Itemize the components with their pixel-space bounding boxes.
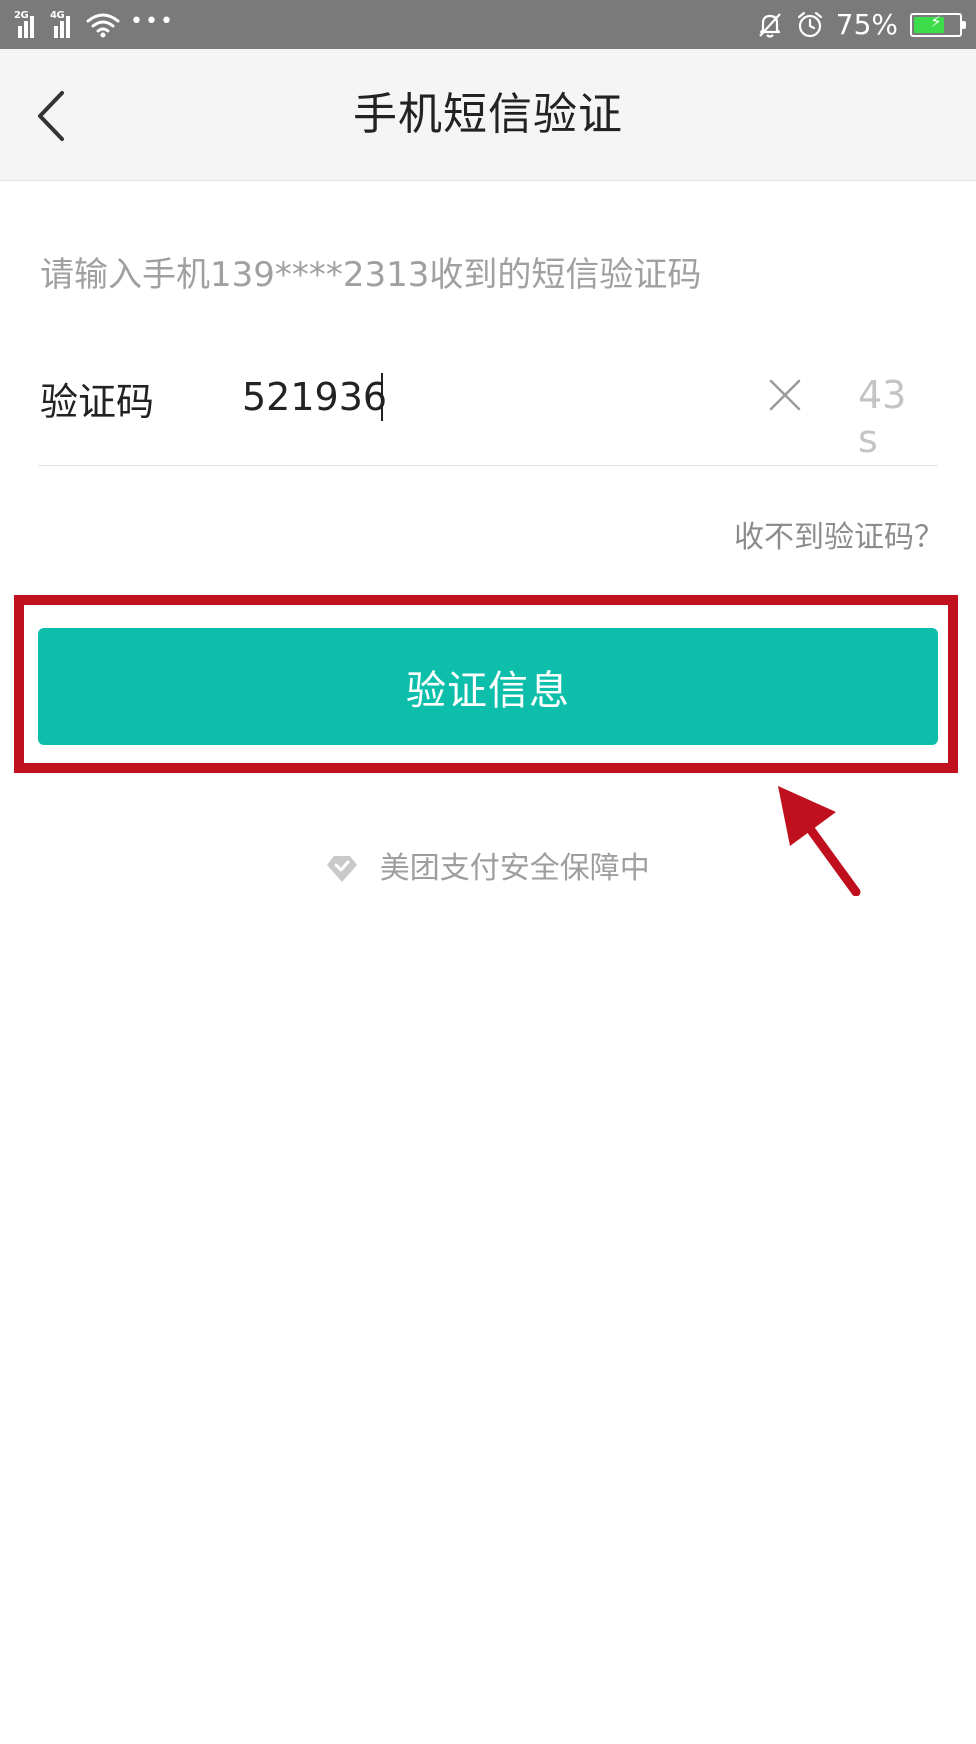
verification-code-input[interactable] [242, 365, 702, 429]
resend-countdown: 43 s [858, 373, 907, 461]
back-button[interactable] [20, 79, 90, 149]
clear-input-button[interactable] [765, 375, 805, 415]
security-text: 美团支付安全保障中 [379, 851, 650, 886]
wifi-icon [86, 13, 120, 37]
alarm-icon [797, 11, 822, 37]
close-icon [769, 379, 801, 411]
sms-hint-text: 请输入手机139****2313收到的短信验证码 [40, 255, 702, 295]
verify-button[interactable]: 验证信息 [38, 628, 938, 745]
no-code-link[interactable]: 收不到验证码？ [734, 512, 944, 556]
chevron-left-icon [38, 91, 64, 141]
battery-percent: 75% [835, 8, 898, 41]
shield-icon [327, 856, 358, 882]
network-type-label: 2G [14, 9, 29, 21]
verification-code-row: 验证码 43 s [38, 355, 938, 466]
mute-icon [758, 12, 781, 38]
battery-charging-icon: ⚡ [910, 12, 966, 37]
signal-2g-icon: 2G [14, 9, 40, 38]
text-caret [381, 373, 383, 421]
page-title: 手机短信验证 [353, 89, 623, 140]
nav-bar: 手机短信验证 [0, 49, 976, 181]
security-notice: 美团支付安全保障中 [0, 843, 976, 887]
signal-4g-icon: 4G [50, 9, 76, 38]
code-label: 验证码 [40, 380, 155, 424]
status-bar: 2G 4G ••• 75% ⚡ [0, 0, 976, 49]
network-type-label: 4G [50, 9, 65, 21]
more-icon: ••• [130, 8, 175, 34]
